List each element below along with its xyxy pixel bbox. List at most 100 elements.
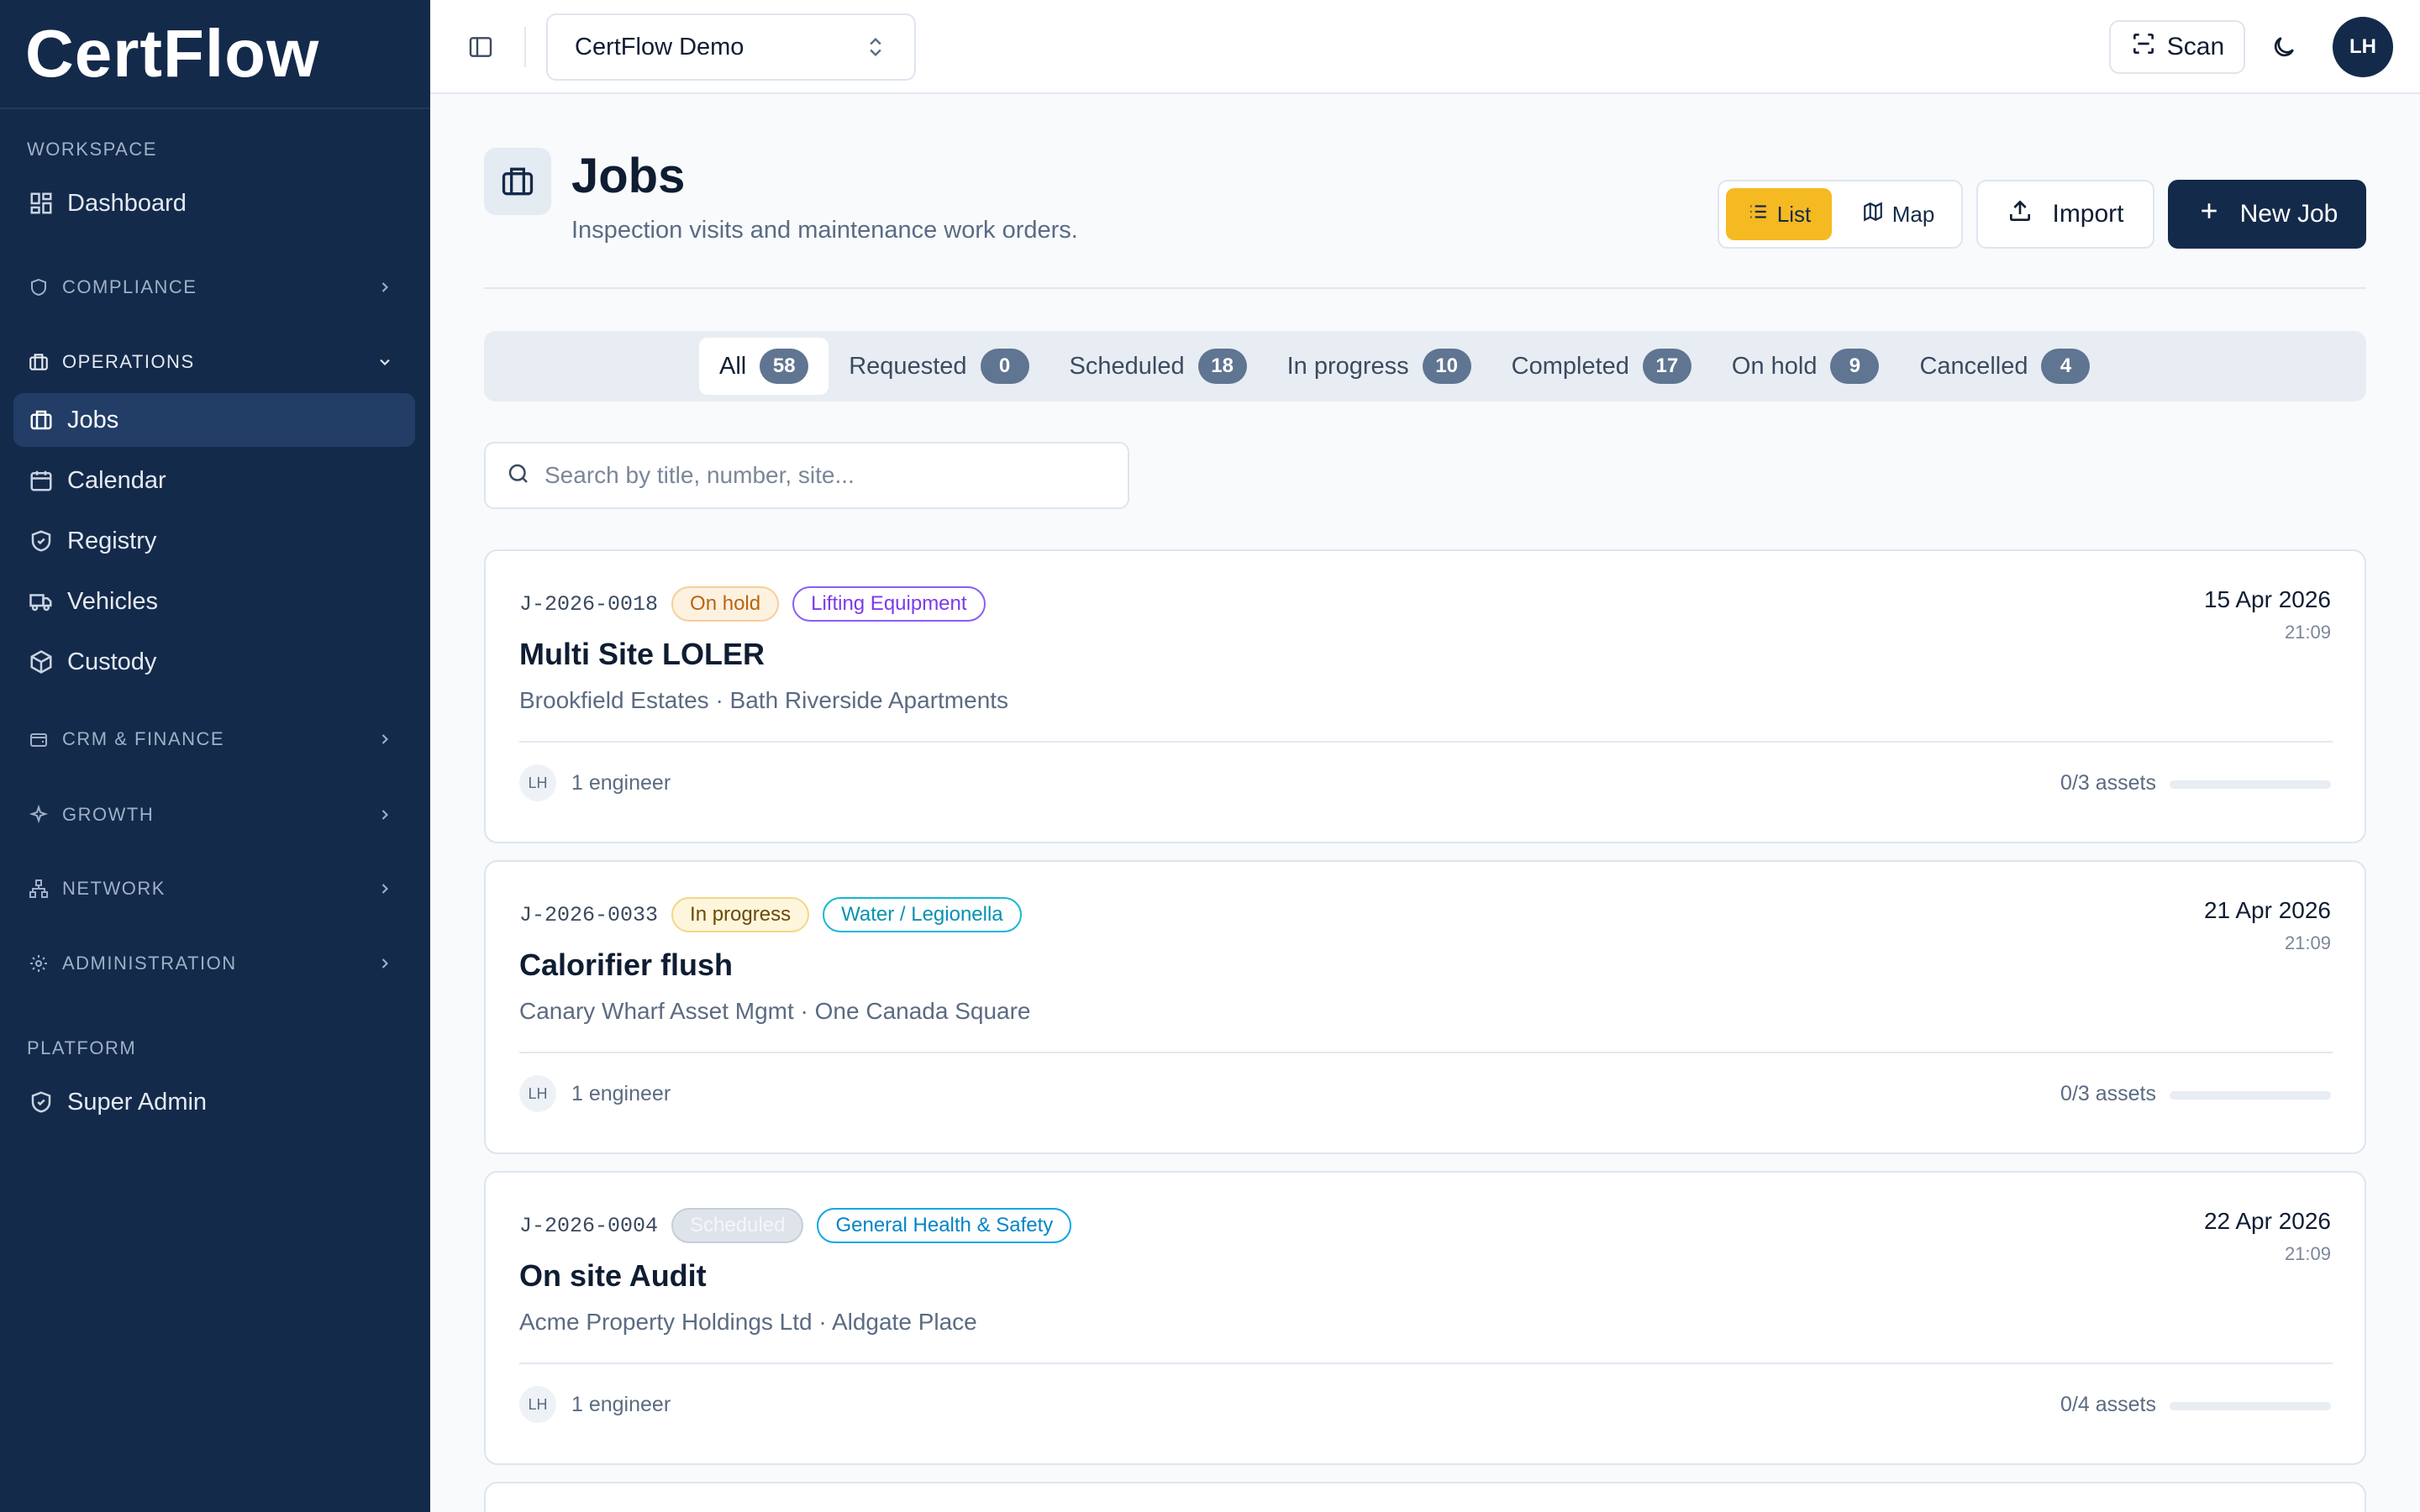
view-map-button[interactable]: Map (1845, 188, 1951, 240)
sidebar-item-vehicles[interactable]: Vehicles (13, 575, 415, 628)
workspace-section-label: WORKSPACE (27, 139, 157, 160)
sidebar-item-registry[interactable]: Registry (13, 514, 415, 568)
truck-icon (27, 587, 55, 616)
status-badge: Scheduled (671, 1208, 804, 1243)
new-job-button[interactable]: New Job (2168, 180, 2366, 249)
search-input[interactable] (544, 462, 1082, 489)
sidebar-item-label: Calendar (67, 466, 166, 494)
scan-icon (2130, 30, 2157, 64)
list-icon (1747, 201, 1769, 228)
search-box (484, 442, 1129, 509)
wallet-icon (27, 727, 50, 751)
chevron-right-icon (373, 877, 397, 900)
sidebar-group-operations[interactable]: OPERATIONS (27, 344, 403, 381)
sidebar-item-label: Dashboard (67, 189, 187, 217)
sidebar-item-dashboard[interactable]: Dashboard (13, 176, 415, 230)
count-badge: 0 (980, 349, 1029, 384)
assets-count: 0/3 assets (2060, 771, 2156, 795)
filter-tab-scheduled[interactable]: Scheduled 18 (1050, 338, 1267, 395)
main-content: Jobs Inspection visits and maintenance w… (430, 94, 2420, 1512)
gear-icon (27, 952, 50, 975)
card-divider (519, 741, 2333, 743)
engineer-count: 1 engineer (571, 1082, 671, 1105)
category-badge: Water / Legionella (823, 897, 1022, 932)
filter-tab-completed[interactable]: Completed 17 (1491, 338, 1712, 395)
sidebar-group-crm-finance[interactable]: CRM & FINANCE (27, 721, 403, 758)
moon-icon[interactable] (2267, 30, 2301, 64)
card-divider (519, 1362, 2333, 1364)
view-list-button[interactable]: List (1726, 188, 1832, 240)
filter-tab-requested[interactable]: Requested 0 (829, 338, 1049, 395)
shield-check-icon (27, 527, 55, 555)
network-icon (27, 877, 50, 900)
chevron-right-icon (373, 276, 397, 299)
job-card[interactable] (484, 1482, 2366, 1512)
page-subtitle: Inspection visits and maintenance work o… (571, 217, 1078, 244)
assets-progress-bar (2170, 780, 2331, 789)
sidebar-item-custody[interactable]: Custody (13, 635, 415, 689)
sidebar-group-growth[interactable]: GROWTH (27, 796, 403, 833)
briefcase-icon (27, 350, 50, 374)
filter-tab-all[interactable]: All 58 (699, 338, 829, 395)
chevron-right-icon (373, 803, 397, 827)
chevrons-up-down-icon (864, 35, 887, 66)
dashboard-icon (27, 189, 55, 218)
workspace-selector[interactable]: CertFlow Demo (546, 13, 916, 81)
upload-icon (2007, 197, 2033, 231)
sidebar-group-compliance[interactable]: COMPLIANCE (27, 269, 403, 306)
sidebar-item-label: Vehicles (67, 587, 159, 615)
topbar-divider (524, 27, 526, 67)
card-divider (519, 1052, 2333, 1053)
sidebar-toggle-icon[interactable] (464, 30, 497, 64)
sidebar-item-label: Custody (67, 648, 157, 675)
filter-tab-cancelled[interactable]: Cancelled 4 (1899, 338, 2110, 395)
engineer-avatar: LH (519, 764, 556, 801)
job-number: J-2026-0004 (519, 1213, 659, 1238)
sidebar-group-administration[interactable]: ADMINISTRATION (27, 945, 403, 982)
chevron-right-icon (373, 952, 397, 975)
sparkles-icon (27, 803, 50, 827)
package-icon (27, 648, 55, 676)
shield-check-icon (27, 1088, 55, 1116)
brand-logo[interactable]: CertFlow (0, 0, 430, 109)
job-time: 21:09 (2284, 932, 2331, 953)
calendar-icon (27, 466, 55, 495)
topbar: CertFlow Demo Scan LH (430, 0, 2420, 94)
job-title: Calorifier flush (519, 948, 734, 982)
header-divider (484, 287, 2366, 289)
page-title: Jobs (571, 149, 686, 203)
sidebar-group-network[interactable]: NETWORK (27, 870, 403, 907)
workspace-name: CertFlow Demo (575, 33, 744, 60)
user-avatar[interactable]: LH (2333, 17, 2393, 77)
sidebar-item-super-admin[interactable]: Super Admin (13, 1075, 415, 1129)
job-title: On site Audit (519, 1258, 707, 1293)
sidebar-item-label: Super Admin (67, 1088, 208, 1116)
assets-progress-bar (2170, 1402, 2331, 1410)
count-badge: 4 (2041, 349, 2091, 384)
scan-button[interactable]: Scan (2109, 20, 2245, 74)
status-filter-bar: All 58 Requested 0 Scheduled 18 In progress… (484, 331, 2366, 402)
engineer-count: 1 engineer (571, 1393, 671, 1416)
engineer-count: 1 engineer (571, 771, 671, 795)
assets-count: 0/3 assets (2060, 1082, 2156, 1105)
sidebar-item-calendar[interactable]: Calendar (13, 454, 415, 507)
job-card[interactable]: J-2026-0033 In progress Water / Legionel… (484, 860, 2366, 1154)
job-title: Multi Site LOLER (519, 637, 765, 671)
job-time: 21:09 (2284, 1243, 2331, 1264)
engineer-avatar: LH (519, 1075, 556, 1112)
import-button[interactable]: Import (1976, 180, 2154, 249)
count-badge: 17 (1642, 349, 1691, 384)
count-badge: 9 (1830, 349, 1880, 384)
engineer-avatar: LH (519, 1386, 556, 1423)
sidebar-item-jobs[interactable]: Jobs (13, 393, 415, 447)
view-toggle: List Map (1718, 180, 1963, 249)
filter-tab-in-progress[interactable]: In progress 10 (1267, 338, 1491, 395)
job-card[interactable]: J-2026-0004 Scheduled General Health & S… (484, 1171, 2366, 1465)
briefcase-icon (484, 148, 551, 215)
filter-tab-on-hold[interactable]: On hold 9 (1712, 338, 1900, 395)
job-card[interactable]: J-2026-0018 On hold Lifting Equipment Mu… (484, 549, 2366, 843)
platform-section-label: PLATFORM (27, 1037, 137, 1058)
search-icon (506, 461, 531, 491)
job-date: 15 Apr 2026 (2203, 586, 2331, 612)
assets-count: 0/4 assets (2060, 1393, 2156, 1416)
